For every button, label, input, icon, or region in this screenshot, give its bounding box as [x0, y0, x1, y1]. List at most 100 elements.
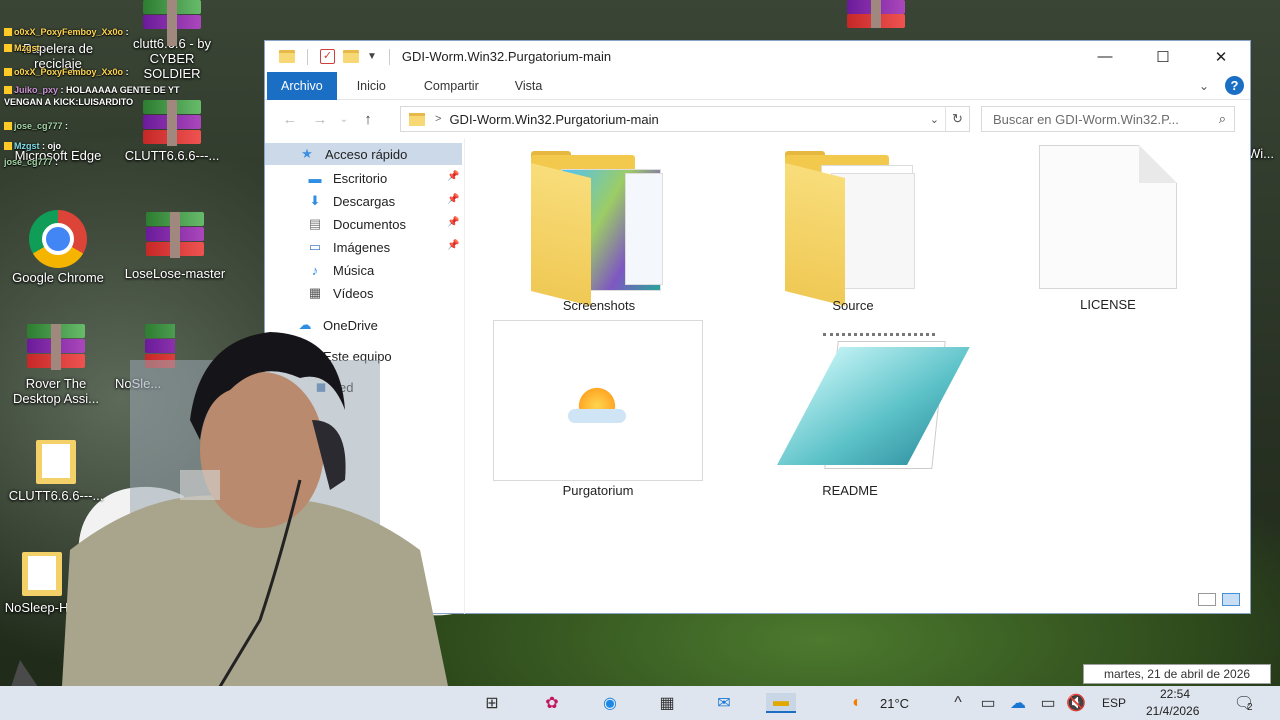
nav-label: Música: [333, 262, 375, 278]
back-icon[interactable]: ←: [275, 111, 305, 128]
tab-inicio[interactable]: Inicio: [343, 72, 400, 100]
file-item-source[interactable]: Source: [783, 151, 923, 316]
address-bar[interactable]: > GDI-Worm.Win32.Purgatorium-main ⌄ ↻: [400, 106, 970, 132]
document-icon: ▤: [308, 216, 322, 231]
chat-message: Juiko_pxy : HOLAAAAA GENTE DE YT VENGAN …: [4, 85, 180, 107]
title-bar: ✓ ▼ GDI-Worm.Win32.Purgatorium-main — ☐ …: [265, 41, 1250, 72]
file-item-purgatorium[interactable]: Purgatorium: [493, 371, 703, 498]
chevron-down-icon[interactable]: ▼: [367, 51, 377, 62]
winrar-icon: [847, 0, 905, 28]
nav-label: Descargas: [333, 193, 396, 209]
file-label: LICENSE: [1080, 297, 1136, 312]
star-icon: ★: [301, 146, 313, 161]
nav-item-escritorio[interactable]: ▬ Escritorio: [305, 167, 388, 189]
nav-label: Escritorio: [333, 170, 388, 186]
clock-date[interactable]: 21/4/2026: [1146, 704, 1199, 718]
download-icon: ⬇: [309, 193, 321, 208]
nav-item-descargas[interactable]: ⬇ Descargas: [305, 190, 396, 212]
desktop-icon-loselose[interactable]: LoseLose-master: [123, 212, 227, 281]
search-input[interactable]: Buscar en GDI-Worm.Win32.P... ⌕: [981, 106, 1235, 132]
nav-item-documentos[interactable]: ▤ Documentos: [305, 213, 406, 235]
desktop-icon-chrome[interactable]: Google Chrome: [6, 210, 110, 285]
pin-icon[interactable]: 📌: [447, 194, 459, 205]
search-icon: ⌕: [1218, 111, 1226, 126]
weather-icon[interactable]: ◐: [845, 693, 869, 713]
file-label: Purgatorium: [562, 483, 634, 498]
store-icon[interactable]: ▦: [655, 693, 679, 713]
nav-label: Imágenes: [333, 239, 391, 255]
video-icon: ▦: [308, 285, 322, 300]
chair-cushion: [180, 470, 220, 500]
copilot-icon[interactable]: ✿: [540, 693, 564, 713]
tab-vista[interactable]: Vista: [501, 72, 557, 100]
window-title: GDI-Worm.Win32.Purgatorium-main: [401, 49, 612, 64]
notepad-icon: [771, 333, 970, 473]
desktop-icon-label: Wi...: [1248, 146, 1274, 161]
maximize-button[interactable]: ☐: [1134, 41, 1192, 72]
weather-temperature[interactable]: 21°C: [880, 696, 909, 711]
up-icon[interactable]: ↑: [353, 111, 383, 128]
tab-archivo[interactable]: Archivo: [267, 71, 337, 100]
ribbon-tabs: Archivo Inicio Compartir Vista ⌄ ?: [265, 71, 1250, 100]
chat-message: o0xX_PoxyFemboy_Xx0o :: [4, 66, 129, 78]
chat-message: jose_cg777 :: [4, 120, 68, 132]
pin-icon[interactable]: 📌: [447, 217, 459, 228]
recent-chevron-icon[interactable]: ⌄: [335, 114, 353, 125]
file-explorer-icon[interactable]: ▬: [766, 693, 796, 713]
nav-item-musica[interactable]: ♪ Música: [305, 259, 374, 281]
chat-message: o0xX_PoxyFemboy_Xx0o :: [4, 26, 129, 38]
nav-label: Acceso rápido: [325, 146, 408, 162]
task-view-icon[interactable]: ⊞: [480, 693, 504, 713]
pin-icon[interactable]: 📌: [447, 171, 459, 182]
nav-item-imagenes[interactable]: ▭ Imágenes: [305, 236, 390, 258]
license-file-icon[interactable]: [1039, 145, 1177, 289]
winrar-icon: [146, 212, 204, 258]
desktop-icon-rover-2[interactable]: [846, 0, 906, 28]
meet-icon[interactable]: ▭: [976, 693, 1000, 713]
close-button[interactable]: ✕: [1192, 41, 1250, 72]
expand-ribbon-icon[interactable]: ⌄: [1199, 79, 1209, 93]
tab-compartir[interactable]: Compartir: [410, 72, 493, 100]
language-indicator[interactable]: ESP: [1102, 696, 1126, 710]
forward-icon[interactable]: →: [305, 111, 335, 128]
properties-icon[interactable]: ✓: [320, 49, 335, 64]
music-icon: ♪: [311, 262, 319, 278]
chevron-up-icon[interactable]: ^: [946, 693, 970, 713]
taskbar: ⊞ ✿ ◉ ▦ ✉ ▬ ◐ 21°C ^ ▭ ☁ ▭ 🔇 ESP 22:54 2…: [0, 686, 1280, 720]
file-item-readme[interactable]: README: [747, 333, 970, 503]
refresh-icon[interactable]: ↻: [945, 107, 969, 131]
new-folder-icon[interactable]: [343, 50, 359, 63]
file-label: Screenshots: [562, 298, 636, 313]
large-icons-view-icon[interactable]: [1222, 593, 1240, 606]
chevron-down-icon[interactable]: ⌄: [930, 113, 939, 126]
desktop-icon-wi[interactable]: Wi...: [1248, 146, 1280, 161]
image-icon: [568, 379, 626, 425]
folder-icon: [409, 112, 425, 126]
chat-message: Mzgst : ojo: [4, 140, 61, 152]
desktop-icon-label: Google Chrome: [12, 270, 104, 285]
search-placeholder: Buscar en GDI-Worm.Win32.P...: [993, 112, 1179, 127]
desktop-icon-label: LoseLose-master: [124, 266, 226, 281]
stream-chat-overlay: o0xX_PoxyFemboy_Xx0o : Mzgst : o0xX_Poxy…: [0, 0, 222, 172]
clock-time[interactable]: 22:54: [1160, 687, 1190, 701]
edge-icon[interactable]: ◉: [598, 693, 622, 713]
file-label: Source: [832, 298, 874, 313]
onedrive-icon[interactable]: ☁: [1006, 693, 1030, 713]
minimize-button[interactable]: —: [1076, 41, 1134, 72]
file-item-screenshots[interactable]: Screenshots: [529, 151, 669, 316]
mail-icon[interactable]: ✉: [712, 693, 736, 713]
nav-item-acceso-rapido[interactable]: ★ Acceso rápido: [265, 143, 462, 165]
desktop-icon: ▬: [308, 170, 322, 186]
folder-icon: [279, 50, 295, 63]
pin-icon[interactable]: 📌: [447, 240, 459, 251]
nav-label: Documentos: [333, 216, 406, 232]
network-icon[interactable]: ▭: [1036, 693, 1060, 713]
volume-muted-icon[interactable]: 🔇: [1064, 693, 1088, 713]
chrome-icon: [29, 210, 87, 268]
address-path: GDI-Worm.Win32.Purgatorium-main: [449, 111, 659, 127]
file-label: README: [822, 483, 878, 498]
address-row: ← → ⌄ ↑ > GDI-Worm.Win32.Purgatorium-mai…: [265, 100, 1250, 138]
image-icon: ▭: [308, 239, 322, 254]
help-icon[interactable]: ?: [1225, 76, 1244, 95]
details-view-icon[interactable]: [1198, 593, 1216, 606]
